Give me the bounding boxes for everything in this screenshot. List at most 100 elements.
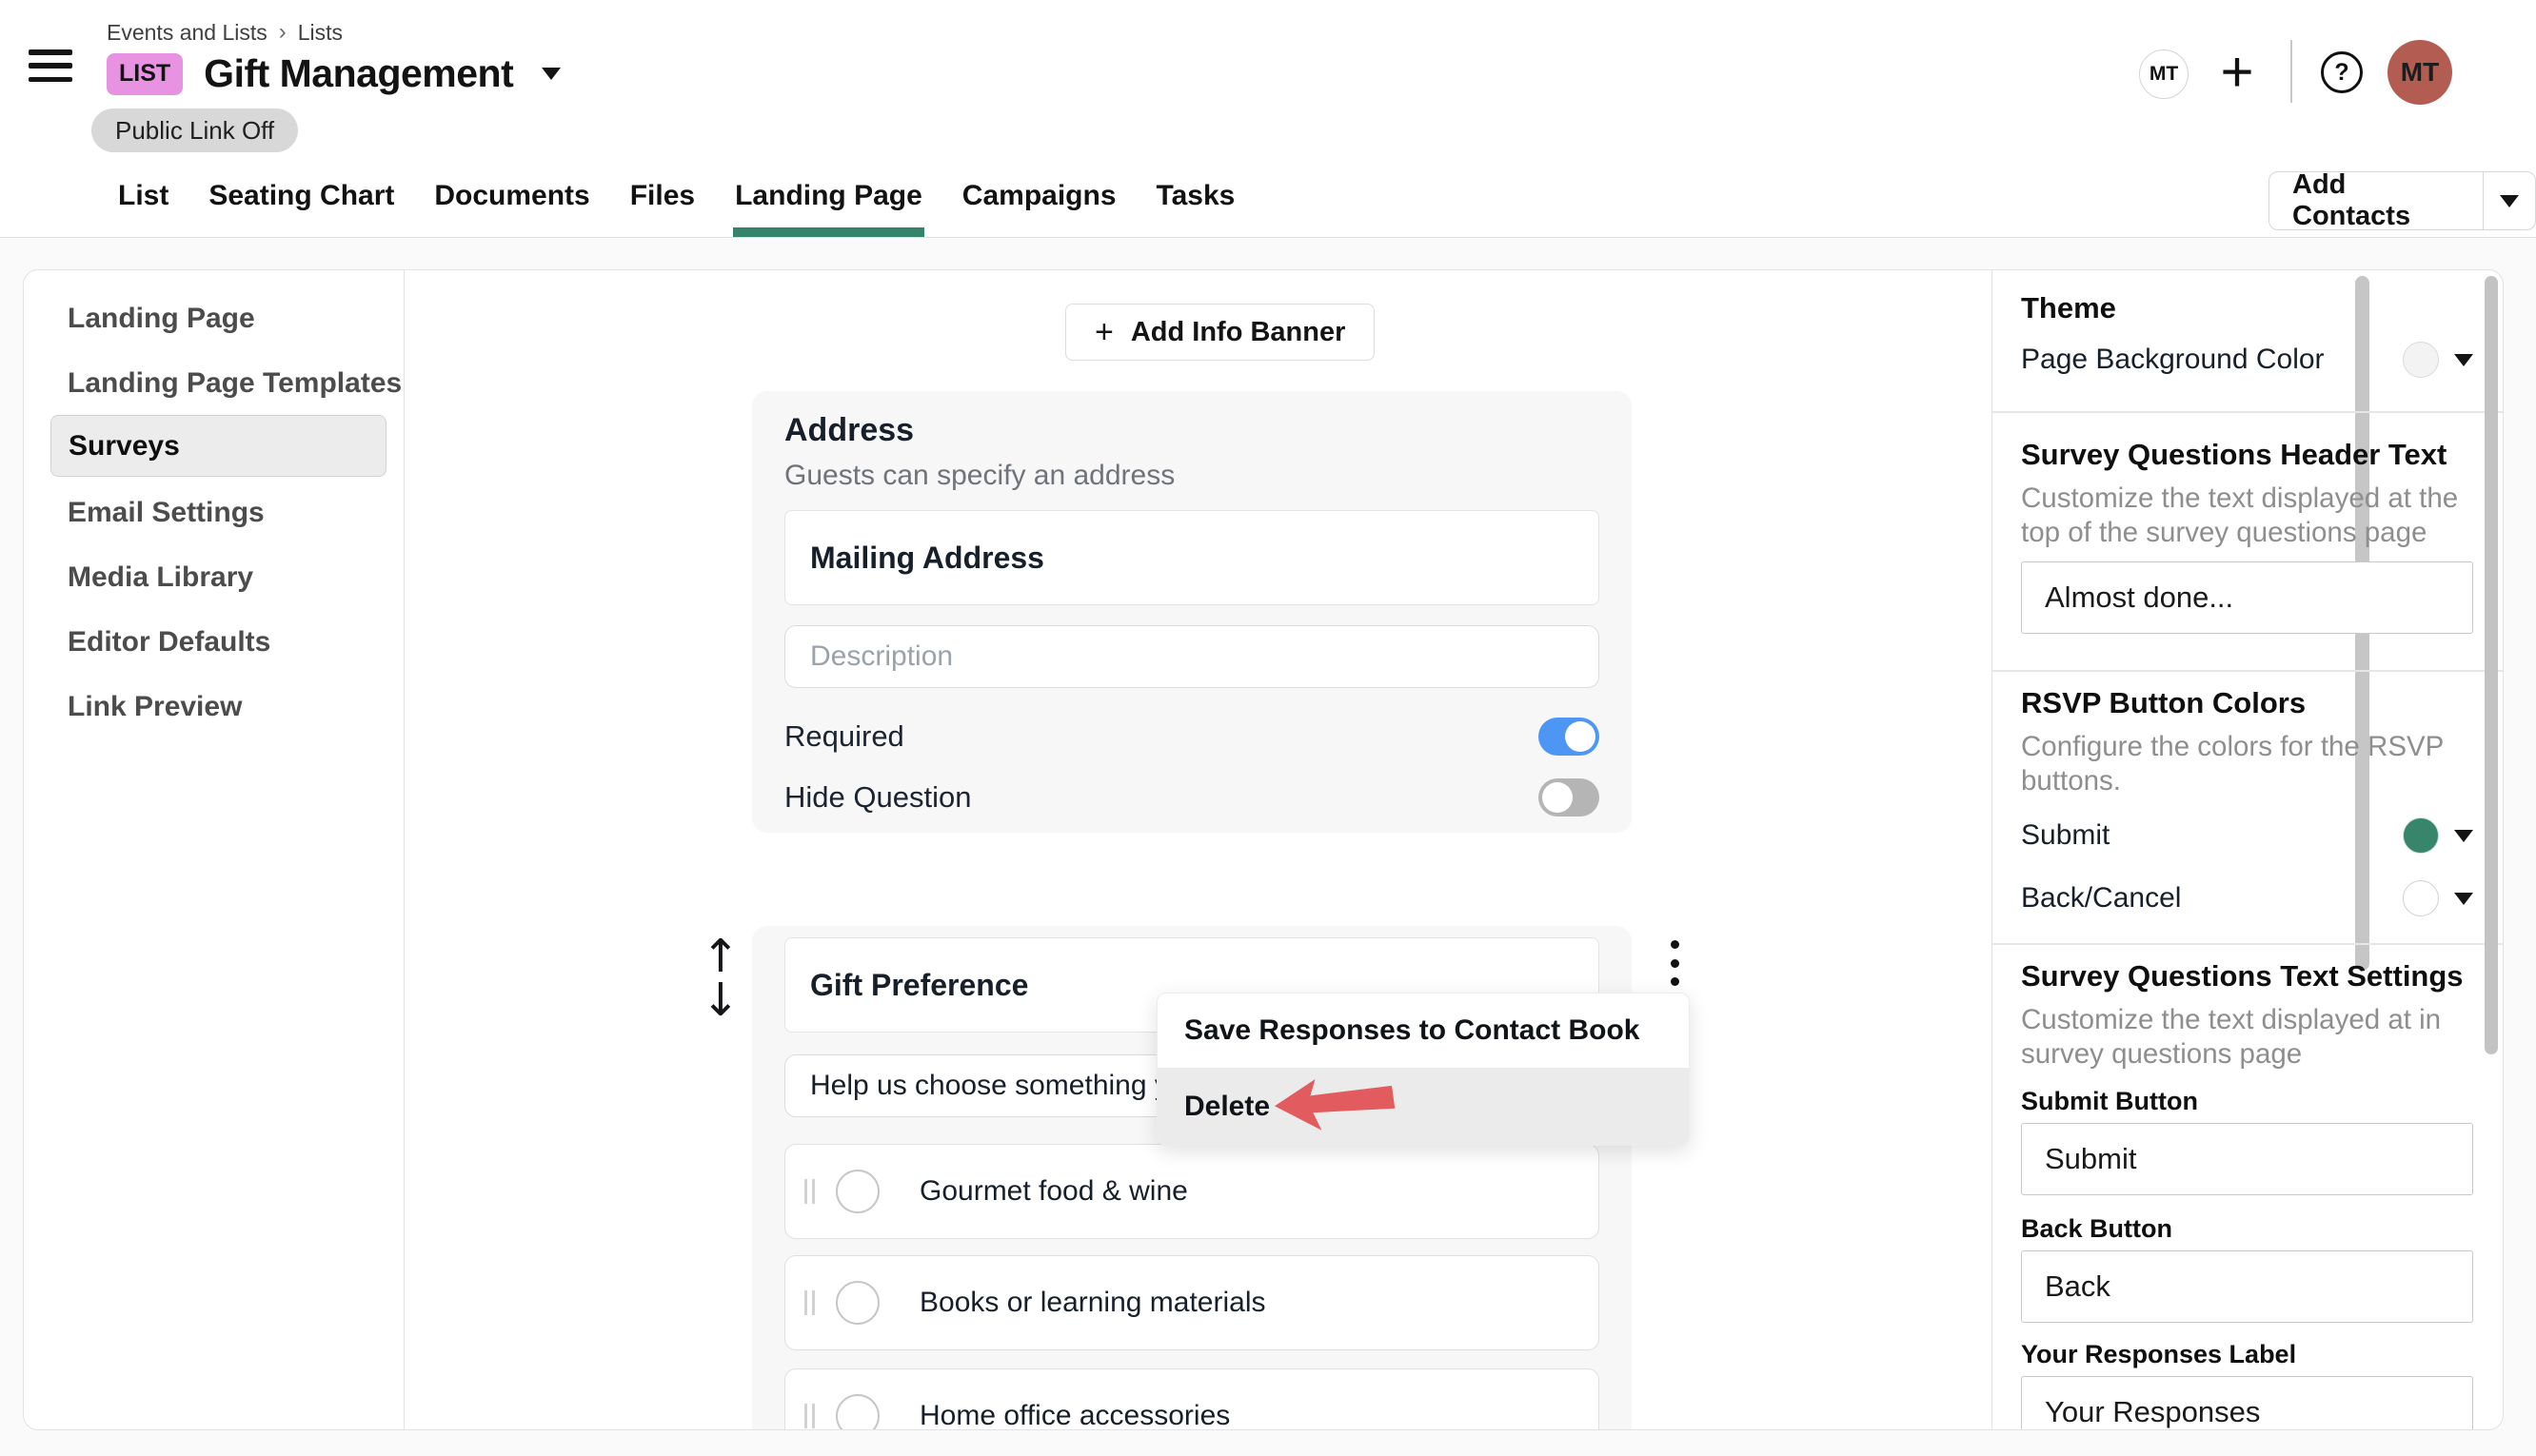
- sidebar-item-email-settings[interactable]: Email Settings: [24, 482, 404, 544]
- question-subtitle: Guests can specify an address: [784, 460, 1175, 492]
- tab-tasks[interactable]: Tasks: [1155, 180, 1238, 237]
- public-link-status-pill: Public Link Off: [91, 108, 298, 152]
- back-cancel-color-label: Back/Cancel: [2021, 882, 2181, 915]
- address-question-card: Address Guests can specify an address Ma…: [752, 391, 1632, 833]
- content-area: Landing Page Landing Page Templates Surv…: [0, 238, 2536, 1456]
- breadcrumb-lists[interactable]: Lists: [298, 20, 343, 46]
- required-toggle[interactable]: [1538, 718, 1599, 756]
- submit-color-picker[interactable]: [2403, 817, 2473, 854]
- menu-item-delete[interactable]: Delete: [1158, 1068, 1689, 1145]
- title-row: LIST Gift Management: [107, 51, 561, 96]
- section-divider: [1992, 943, 2504, 945]
- page-background-color-row: Page Background Color: [2021, 339, 2473, 381]
- tab-seating-chart[interactable]: Seating Chart: [207, 180, 396, 237]
- hide-question-toggle[interactable]: [1538, 778, 1599, 817]
- survey-editor: + Add Info Banner Address Guests can spe…: [405, 270, 1991, 1429]
- text-settings-section-title: Survey Questions Text Settings: [2021, 959, 2464, 994]
- breadcrumb: Events and Lists › Lists: [107, 19, 343, 46]
- text-settings-section-description: Customize the text displayed at in surve…: [2021, 1003, 2478, 1072]
- submit-button-text-input[interactable]: [2021, 1123, 2473, 1195]
- rsvp-colors-section-description: Configure the colors for the RSVP button…: [2021, 730, 2478, 798]
- app-header: Events and Lists › Lists LIST Gift Manag…: [0, 0, 2536, 238]
- required-label: Required: [784, 719, 904, 754]
- add-contacts-button[interactable]: Add Contacts: [2269, 171, 2536, 230]
- back-cancel-color-picker[interactable]: [2403, 880, 2473, 916]
- move-up-arrow-icon[interactable]: ↑: [702, 935, 740, 977]
- page-background-color-label: Page Background Color: [2021, 344, 2325, 376]
- title-dropdown-caret-icon[interactable]: [542, 68, 561, 80]
- plus-icon: +: [1095, 314, 1114, 351]
- sidebar-item-landing-page[interactable]: Landing Page: [24, 287, 404, 350]
- radio-button[interactable]: [836, 1281, 880, 1325]
- user-avatar[interactable]: MT: [2387, 40, 2452, 105]
- tab-documents[interactable]: Documents: [432, 180, 591, 237]
- chevron-down-icon: [2500, 195, 2519, 207]
- your-responses-text-input[interactable]: [2021, 1376, 2473, 1430]
- required-row: Required: [784, 715, 1599, 758]
- tab-list[interactable]: List: [116, 180, 170, 237]
- sidebar-item-surveys[interactable]: Surveys: [50, 415, 386, 477]
- chevron-down-icon: [2454, 354, 2473, 366]
- sidebar-item-landing-page-templates[interactable]: Landing Page Templates: [24, 352, 404, 415]
- hide-question-label: Hide Question: [784, 780, 971, 815]
- sidebar-item-editor-defaults[interactable]: Editor Defaults: [24, 611, 404, 674]
- header-text-section-title: Survey Questions Header Text: [2021, 438, 2447, 472]
- back-cancel-color-row: Back/Cancel: [2021, 877, 2473, 919]
- radio-button[interactable]: [836, 1394, 880, 1430]
- help-icon[interactable]: ?: [2321, 51, 2363, 93]
- add-contacts-label: Add Contacts: [2269, 172, 2483, 229]
- question-context-menu: Save Responses to Contact Book Delete: [1157, 993, 1690, 1146]
- drag-handle-icon[interactable]: [804, 1404, 815, 1428]
- back-button-field-label: Back Button: [2021, 1214, 2172, 1244]
- theme-settings-panel: Theme Page Background Color Survey Quest…: [1991, 270, 2504, 1429]
- landing-page-sidebar: Landing Page Landing Page Templates Surv…: [24, 270, 405, 1429]
- drag-handle-icon[interactable]: [804, 1290, 815, 1315]
- tab-campaigns[interactable]: Campaigns: [961, 180, 1119, 237]
- tab-bar: List Seating Chart Documents Files Landi…: [116, 180, 1237, 237]
- hamburger-menu-icon[interactable]: [29, 49, 72, 82]
- add-workspace-button[interactable]: +: [2207, 38, 2268, 105]
- menu-item-save-responses[interactable]: Save Responses to Contact Book: [1158, 994, 1689, 1068]
- color-swatch[interactable]: [2403, 817, 2439, 854]
- drag-handle-icon[interactable]: [804, 1179, 815, 1204]
- surveys-panel: Landing Page Landing Page Templates Surv…: [23, 269, 2504, 1430]
- rsvp-colors-section-title: RSVP Button Colors: [2021, 686, 2306, 720]
- header-text-input[interactable]: [2021, 561, 2473, 634]
- sidebar-item-media-library[interactable]: Media Library: [24, 546, 404, 609]
- toggle-knob: [1565, 721, 1595, 752]
- color-swatch[interactable]: [2403, 880, 2439, 916]
- add-info-banner-label: Add Info Banner: [1131, 317, 1346, 348]
- move-down-arrow-icon[interactable]: ↓: [702, 979, 740, 1021]
- header-divider: [2290, 40, 2292, 103]
- option-row: Books or learning materials: [784, 1255, 1599, 1350]
- radio-button[interactable]: [836, 1170, 880, 1213]
- chevron-down-icon: [2454, 830, 2473, 842]
- workspace-avatar[interactable]: MT: [2139, 49, 2189, 99]
- back-button-text-input[interactable]: [2021, 1250, 2473, 1323]
- option-row: Gourmet food & wine: [784, 1144, 1599, 1239]
- add-info-banner-button[interactable]: + Add Info Banner: [1065, 304, 1375, 361]
- description-input[interactable]: [784, 625, 1599, 688]
- reorder-controls: ↑ ↓: [698, 935, 743, 1021]
- option-label: Home office accessories: [920, 1400, 1230, 1430]
- question-title: Address: [784, 412, 914, 449]
- breadcrumb-events-and-lists[interactable]: Events and Lists: [107, 20, 267, 46]
- hide-question-row: Hide Question: [784, 776, 1599, 819]
- add-contacts-dropdown[interactable]: [2484, 172, 2535, 229]
- submit-color-row: Submit: [2021, 815, 2473, 856]
- page-background-color-picker[interactable]: [2403, 342, 2473, 378]
- sidebar-item-link-preview[interactable]: Link Preview: [24, 676, 404, 738]
- theme-scrollbar-thumb[interactable]: [2485, 276, 2498, 1054]
- submit-button-field-label: Submit Button: [2021, 1087, 2198, 1116]
- option-label: Gourmet food & wine: [920, 1175, 1188, 1208]
- tab-files[interactable]: Files: [628, 180, 697, 237]
- question-label-field[interactable]: Mailing Address: [784, 510, 1599, 605]
- red-annotation-arrow-icon: [1271, 1072, 1397, 1139]
- theme-section-title: Theme: [2021, 291, 2116, 325]
- kebab-menu-icon[interactable]: [1655, 940, 1694, 986]
- section-divider: [1992, 411, 2504, 413]
- tab-landing-page[interactable]: Landing Page: [733, 180, 924, 237]
- color-swatch[interactable]: [2403, 342, 2439, 378]
- toggle-knob: [1542, 782, 1573, 813]
- option-row: Home office accessories: [784, 1368, 1599, 1430]
